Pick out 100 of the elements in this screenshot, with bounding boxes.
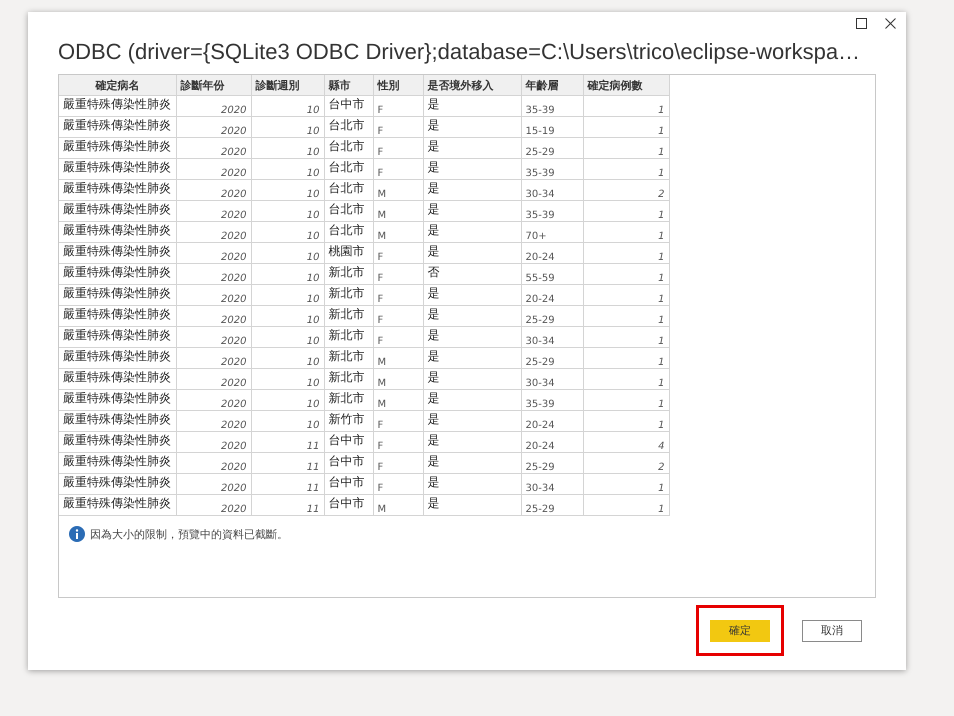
table-cell: 台北市 (324, 180, 373, 200)
table-cell: 是 (423, 348, 521, 368)
maximize-icon[interactable] (856, 18, 867, 29)
table-cell: 10 (251, 306, 324, 326)
table-cell: 10 (251, 242, 324, 264)
table-cell: 新北市 (324, 306, 373, 326)
table-cell: 嚴重特殊傳染性肺炎 (59, 410, 176, 432)
table-cell: 35-39 (521, 158, 583, 180)
table-cell: M (373, 222, 423, 242)
table-cell: M (373, 180, 423, 200)
table-cell: F (373, 264, 423, 284)
table-cell: 10 (251, 138, 324, 158)
table-cell: 1 (583, 474, 669, 494)
table-cell: 35-39 (521, 96, 583, 116)
table-cell: F (373, 158, 423, 180)
table-cell: F (373, 242, 423, 264)
table-cell: 2020 (176, 264, 251, 284)
table-cell: M (373, 494, 423, 516)
table-cell: 新北市 (324, 390, 373, 410)
cancel-button[interactable]: 取消 (802, 620, 862, 642)
table-cell: 新北市 (324, 264, 373, 284)
table-cell: 1 (583, 264, 669, 284)
table-cell: 1 (583, 242, 669, 264)
column-header[interactable]: 是否境外移入 (423, 75, 521, 96)
table-cell: 是 (423, 410, 521, 432)
table-cell: 10 (251, 326, 324, 348)
table-cell: 25-29 (521, 138, 583, 158)
table-cell: 是 (423, 326, 521, 348)
table-cell: 1 (583, 410, 669, 432)
table-cell: 2 (583, 452, 669, 474)
table-cell: 嚴重特殊傳染性肺炎 (59, 306, 176, 326)
table-cell: 是 (423, 306, 521, 326)
table-cell: 2020 (176, 390, 251, 410)
table-cell: F (373, 432, 423, 452)
table-cell: 嚴重特殊傳染性肺炎 (59, 348, 176, 368)
table-cell: 11 (251, 432, 324, 452)
table-cell: 11 (251, 494, 324, 516)
column-header[interactable]: 年齡層 (521, 75, 583, 96)
table-cell: 2020 (176, 116, 251, 138)
table-cell: 1 (583, 326, 669, 348)
table-cell: 是 (423, 368, 521, 390)
table-cell: 1 (583, 96, 669, 116)
table-cell: 25-29 (521, 306, 583, 326)
table-cell: 是 (423, 138, 521, 158)
table-cell: 是 (423, 242, 521, 264)
table-cell: 10 (251, 368, 324, 390)
table-cell: 10 (251, 158, 324, 180)
table-cell: 台中市 (324, 494, 373, 516)
table-cell: 2020 (176, 306, 251, 326)
table-cell: 是 (423, 180, 521, 200)
table-cell: 台北市 (324, 116, 373, 138)
info-icon (69, 526, 85, 542)
table-cell: F (373, 410, 423, 432)
column-header[interactable]: 確定病例數 (583, 75, 669, 96)
table-cell: 新北市 (324, 326, 373, 348)
table-cell: F (373, 474, 423, 494)
ok-button[interactable]: 確定 (710, 620, 770, 642)
table-cell: 是 (423, 284, 521, 306)
column-header[interactable]: 性別 (373, 75, 423, 96)
table-cell: 55-59 (521, 264, 583, 284)
table-cell: 2020 (176, 180, 251, 200)
table-cell: 11 (251, 452, 324, 474)
table-cell: 20-24 (521, 432, 583, 452)
column-header[interactable]: 確定病名 (59, 75, 176, 96)
table-cell: 1 (583, 200, 669, 222)
table-cell: 嚴重特殊傳染性肺炎 (59, 96, 176, 116)
table-cell: 15-19 (521, 116, 583, 138)
notice-text: 因為大小的限制，預覽中的資料已截斷。 (90, 526, 288, 542)
table-cell: 台北市 (324, 158, 373, 180)
table-cell: 2020 (176, 284, 251, 306)
table-cell: 11 (251, 474, 324, 494)
table-cell: 25-29 (521, 494, 583, 516)
table-cell: 嚴重特殊傳染性肺炎 (59, 326, 176, 348)
column-header[interactable]: 縣市 (324, 75, 373, 96)
table-cell: 2020 (176, 242, 251, 264)
table-cell: 1 (583, 348, 669, 368)
table-cell: 嚴重特殊傳染性肺炎 (59, 138, 176, 158)
table-cell: 20-24 (521, 242, 583, 264)
table-cell: 嚴重特殊傳染性肺炎 (59, 158, 176, 180)
table-cell: 1 (583, 368, 669, 390)
table-cell: 10 (251, 348, 324, 368)
table-cell: 4 (583, 432, 669, 452)
table-cell: 2 (583, 180, 669, 200)
table-cell: 台中市 (324, 452, 373, 474)
table-cell: 否 (423, 264, 521, 284)
close-icon[interactable] (885, 18, 896, 29)
table-cell: 嚴重特殊傳染性肺炎 (59, 432, 176, 452)
table-cell: 嚴重特殊傳染性肺炎 (59, 368, 176, 390)
column-header[interactable]: 診斷年份 (176, 75, 251, 96)
table-cell: 30-34 (521, 326, 583, 348)
table-cell: 嚴重特殊傳染性肺炎 (59, 284, 176, 306)
table-cell: 1 (583, 116, 669, 138)
window-title: ODBC (driver={SQLite3 ODBC Driver};database=C:\Users\trico\eclipse-workspa… (58, 38, 860, 66)
table-cell: 10 (251, 284, 324, 306)
table-cell: 1 (583, 138, 669, 158)
table-cell: 台北市 (324, 222, 373, 242)
table-cell: F (373, 284, 423, 306)
column-header[interactable]: 診斷週別 (251, 75, 324, 96)
table-cell: 台北市 (324, 138, 373, 158)
table-cell: 2020 (176, 432, 251, 452)
